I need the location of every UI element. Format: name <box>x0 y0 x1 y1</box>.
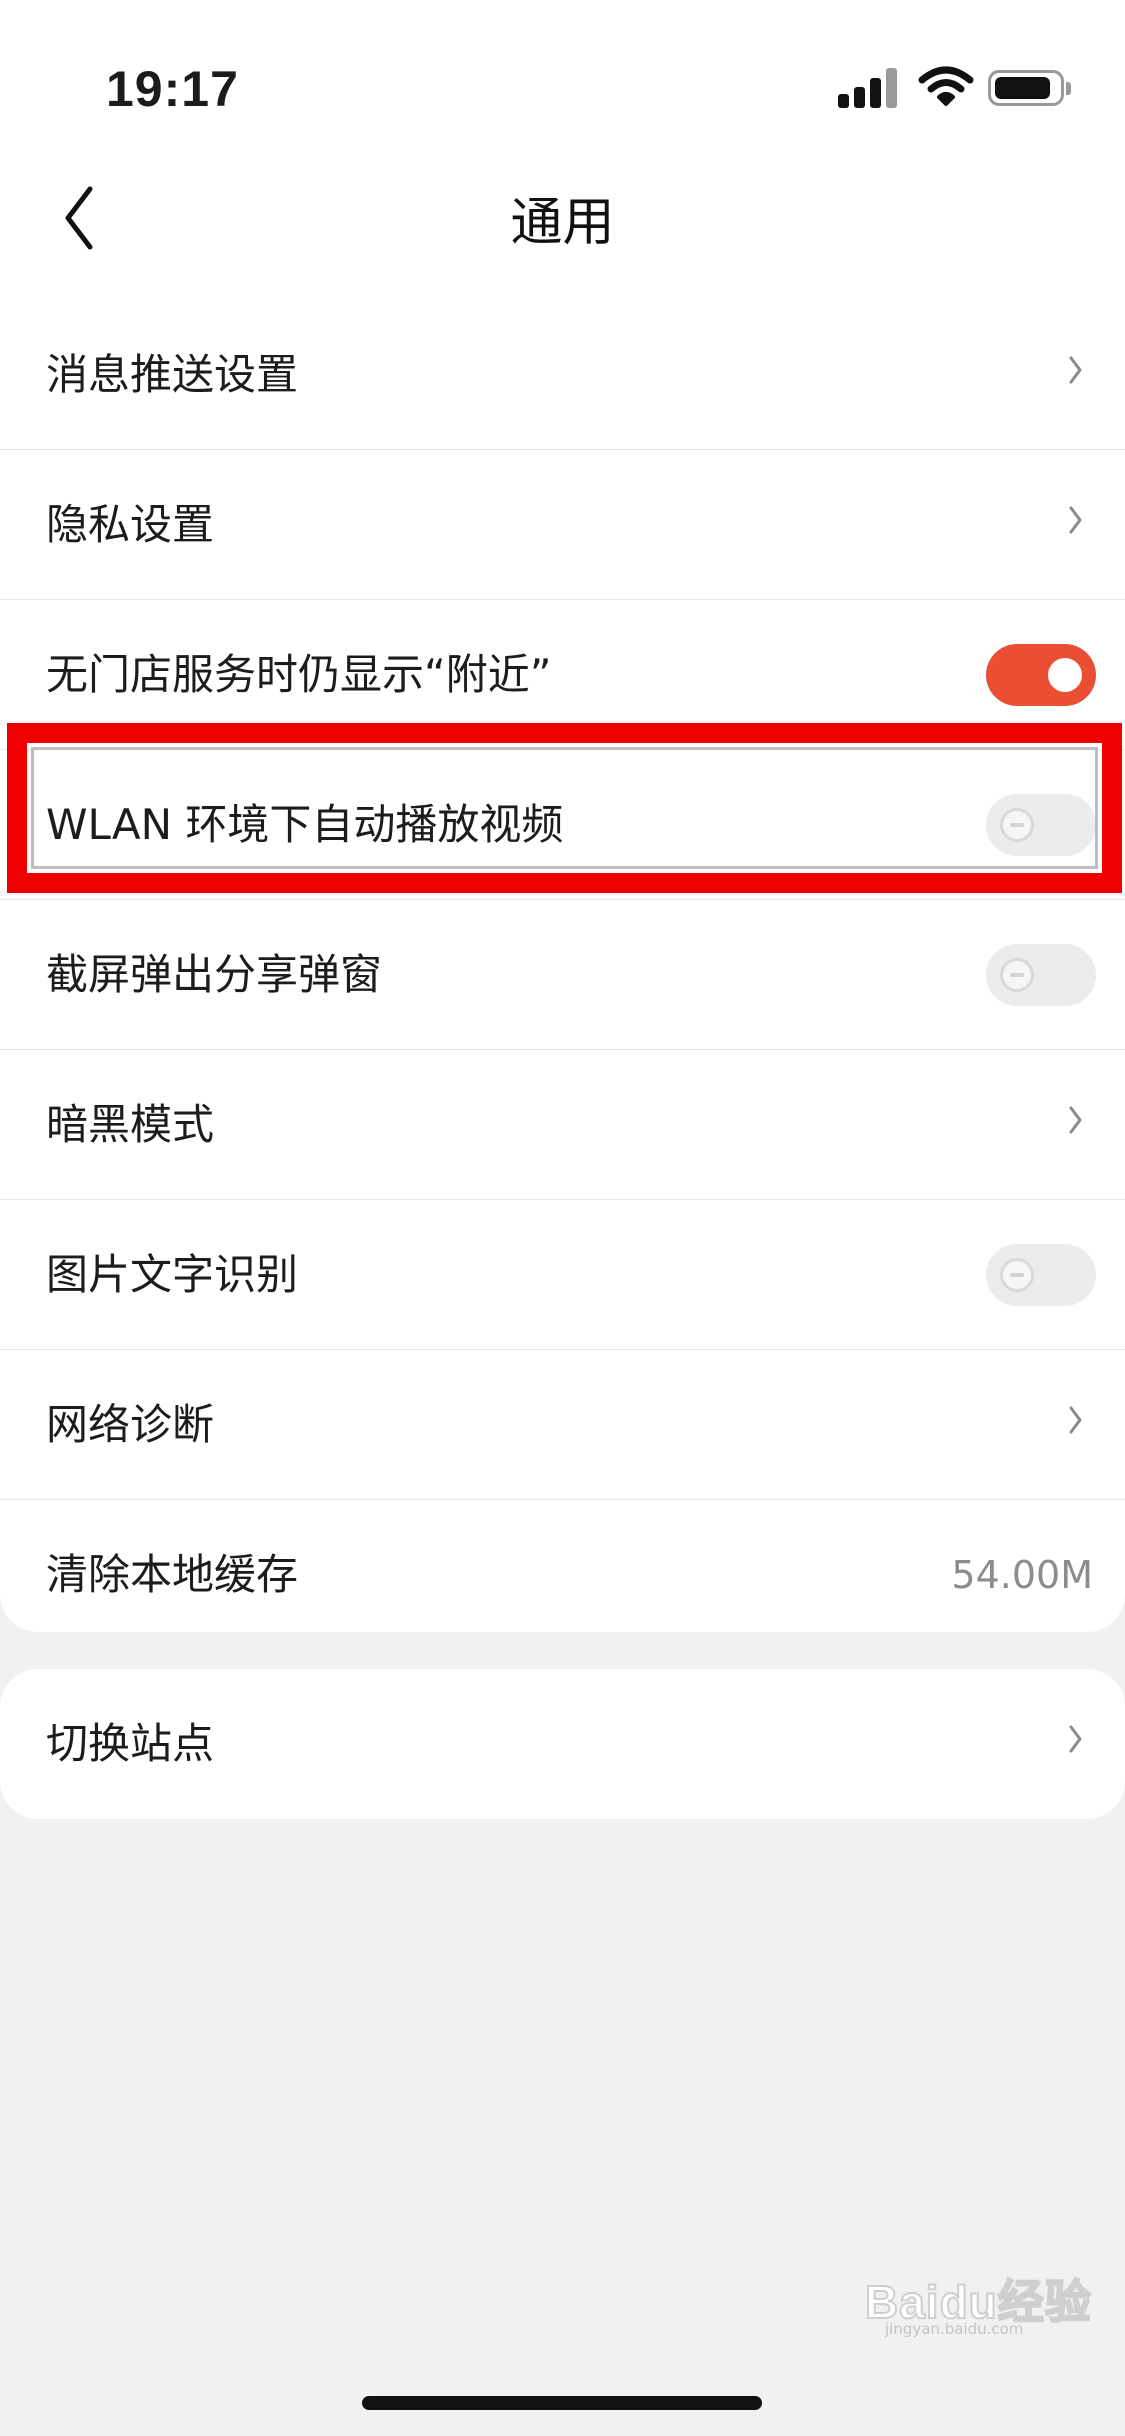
setting-row-dark-mode[interactable]: 暗黑模式 <box>0 1050 1125 1200</box>
setting-label: 隐私设置 <box>46 500 215 549</box>
wifi-icon <box>918 66 974 106</box>
battery-icon <box>988 70 1071 106</box>
setting-row-network-diagnosis[interactable]: 网络诊断 <box>0 1350 1125 1500</box>
chevron-right-icon <box>1069 506 1082 534</box>
setting-row-screenshot-share: 截屏弹出分享弹窗 <box>0 900 1125 1050</box>
settings-card: 消息推送设置 隐私设置 无门店服务时仍显示“附近” WLAN 环境下自动播放视频… <box>0 300 1125 1632</box>
chevron-right-icon <box>1069 1406 1082 1434</box>
chevron-right-icon <box>1069 1106 1082 1134</box>
status-time: 19:17 <box>106 61 239 117</box>
watermark-url: jingyan.baidu.com <box>885 2320 1024 2338</box>
setting-row-switch-site[interactable]: 切换站点 <box>0 1669 1125 1819</box>
chevron-right-icon <box>1069 1725 1082 1753</box>
highlight-box <box>7 723 1122 893</box>
setting-label: 消息推送设置 <box>46 350 299 399</box>
chevron-right-icon <box>1069 356 1082 384</box>
top-bar: 19:17 通用 <box>0 0 1125 300</box>
setting-row-privacy[interactable]: 隐私设置 <box>0 450 1125 600</box>
setting-row-clear-cache[interactable]: 清除本地缓存 54.00M <box>0 1500 1125 1650</box>
setting-label: 清除本地缓存 <box>46 1550 299 1599</box>
home-indicator[interactable] <box>362 2396 762 2410</box>
setting-row-image-text-recognition: 图片文字识别 <box>0 1200 1125 1350</box>
cache-size-value: 54.00M <box>951 1553 1093 1597</box>
setting-label: 切换站点 <box>46 1719 215 1768</box>
page-title: 通用 <box>510 193 615 253</box>
setting-label: 网络诊断 <box>46 1400 215 1449</box>
show-nearby-toggle[interactable] <box>986 644 1096 706</box>
setting-row-push-notifications[interactable]: 消息推送设置 <box>0 300 1125 450</box>
baidu-watermark: Baidu经验 jingyan.baidu.com <box>855 2258 1095 2338</box>
screenshot-share-toggle[interactable] <box>986 944 1096 1006</box>
signal-icon <box>838 64 900 108</box>
image-text-recognition-toggle[interactable] <box>986 1244 1096 1306</box>
setting-label: 截屏弹出分享弹窗 <box>46 950 383 999</box>
setting-label: 暗黑模式 <box>46 1100 215 1149</box>
setting-label: 图片文字识别 <box>46 1250 299 1299</box>
secondary-card: 切换站点 <box>0 1669 1125 1819</box>
